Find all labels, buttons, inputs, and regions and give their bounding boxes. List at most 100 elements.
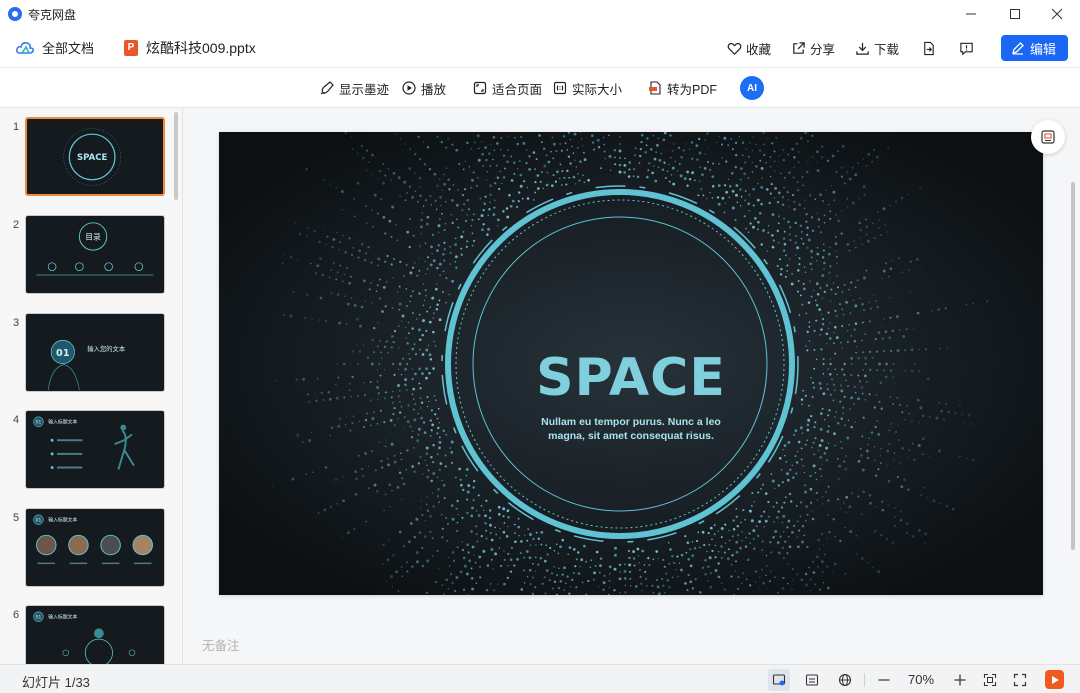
particle-dot	[499, 528, 501, 530]
zoom-in-button[interactable]	[949, 669, 971, 691]
particle-dot	[423, 299, 425, 302]
edit-button[interactable]: 编辑	[1000, 35, 1068, 61]
particle-dot	[780, 172, 782, 175]
particle-dot	[798, 263, 801, 266]
particle-dot	[330, 269, 332, 271]
particle-dot	[434, 199, 437, 202]
particle-dot	[766, 250, 769, 252]
particle-dot	[739, 546, 742, 550]
particle-dot	[466, 141, 469, 145]
particle-dot	[889, 267, 893, 270]
particle-dot	[741, 582, 743, 585]
particle-dot	[456, 521, 459, 524]
particle-dot	[437, 426, 440, 430]
particle-dot	[639, 575, 642, 578]
zoom-level[interactable]: 70%	[908, 672, 934, 687]
speaker-notes[interactable]: 无备注	[202, 635, 240, 654]
slide-thumbnail-3[interactable]: 3 01 输入您的文本	[0, 313, 180, 395]
close-button[interactable]	[1034, 0, 1080, 28]
slide-thumbnail-4[interactable]: 4 01 输入标题文本	[0, 410, 180, 492]
particle-dot	[632, 557, 636, 560]
slide-number: 6	[13, 609, 20, 621]
maximize-button[interactable]	[992, 0, 1038, 28]
slideshow-play-button[interactable]	[1045, 670, 1064, 689]
particle-dot	[451, 143, 454, 146]
convert-pdf-button[interactable]: 转为PDF	[648, 68, 717, 108]
fullscreen-button[interactable]	[1009, 669, 1031, 691]
particle-dot	[316, 264, 320, 268]
particle-dot	[769, 540, 772, 544]
slide-viewer[interactable]: SPACE Nullam eu tempor purus. Nunc a leo…	[184, 108, 1080, 664]
slide-list-toggle-button[interactable]	[1031, 120, 1065, 154]
breadcrumb-all-docs[interactable]: 全部文档	[16, 38, 94, 57]
normal-view-button[interactable]	[768, 669, 790, 691]
favorite-button[interactable]: 收藏	[727, 39, 771, 58]
particle-dot	[478, 555, 482, 559]
particle-dot	[431, 296, 435, 300]
particle-dot	[485, 537, 488, 540]
slide-thumbnail-1[interactable]: 1 SPACE	[0, 117, 180, 199]
actual-size-button[interactable]: 实际大小	[553, 68, 622, 108]
particle-dot	[637, 555, 640, 557]
slide-thumbnail-2[interactable]: 2 目录	[0, 215, 180, 297]
particle-dot	[397, 176, 401, 180]
thumb-graphic-figure: 01 输入标题文本	[33, 611, 136, 664]
particle-dot	[379, 409, 383, 412]
particle-dot	[905, 531, 909, 534]
particle-dot	[808, 566, 811, 569]
particle-dot	[761, 568, 763, 571]
ai-assistant-button[interactable]: AI	[740, 76, 764, 100]
particle-dot	[445, 167, 448, 169]
notes-view-button[interactable]	[801, 669, 823, 691]
particle-dot	[839, 303, 841, 306]
particle-dot	[380, 198, 383, 201]
show-ink-button[interactable]: 显示墨迹	[320, 68, 389, 108]
viewer-scrollbar[interactable]	[1071, 182, 1075, 550]
particle-dot	[795, 461, 799, 464]
particle-dot	[853, 240, 855, 242]
particle-dot	[418, 269, 421, 272]
slide-thumbnail-panel[interactable]: 1 SPACE 2 目录 3 01 输入您的文本 4 01 输入标题文本 5 0…	[0, 108, 183, 664]
particle-dot	[582, 174, 584, 177]
play-button[interactable]: 播放	[402, 68, 446, 108]
particle-dot	[387, 463, 391, 467]
fit-page-button[interactable]: 适合页面	[473, 68, 542, 108]
fit-window-button[interactable]	[979, 669, 1001, 691]
web-view-button[interactable]	[834, 669, 856, 691]
slide-thumbnail-6[interactable]: 6 01 输入标题文本	[0, 605, 180, 664]
particle-dot	[779, 457, 782, 460]
particle-dot	[654, 179, 658, 183]
particle-dot	[298, 232, 302, 236]
particle-dot	[726, 557, 730, 561]
particle-dot	[782, 557, 785, 560]
particle-dot	[349, 429, 352, 432]
particle-dot	[523, 582, 526, 584]
save-to-cloud-button[interactable]	[921, 40, 937, 56]
feedback-button[interactable]	[959, 40, 975, 56]
particle-dot	[597, 145, 601, 149]
zoom-out-button[interactable]	[873, 669, 895, 691]
status-bar: 幻灯片 1/33 70%	[0, 664, 1080, 693]
particle-dot	[488, 516, 492, 520]
share-button[interactable]: 分享	[791, 39, 835, 58]
particle-dot	[909, 291, 912, 294]
particle-dot	[814, 437, 817, 440]
particle-dot	[893, 459, 895, 461]
file-tab[interactable]: P 炫酷科技009.pptx	[124, 38, 256, 58]
particle-dot	[686, 589, 689, 592]
particle-dot	[575, 558, 578, 561]
particle-dot	[541, 582, 544, 585]
particle-dot	[380, 466, 384, 469]
particle-dot	[858, 198, 860, 200]
particle-dot	[581, 581, 584, 584]
particle-dot	[823, 543, 825, 546]
slide-thumbnail-5[interactable]: 5 01 输入标题文本	[0, 508, 180, 590]
minimize-button[interactable]	[948, 0, 994, 28]
particle-dot	[774, 186, 778, 190]
particle-dot	[526, 575, 529, 578]
download-button[interactable]: 下载	[855, 39, 899, 58]
particle-dot	[443, 228, 446, 231]
particle-dot	[762, 229, 765, 232]
particle-dot	[902, 335, 906, 338]
particle-dot	[409, 425, 412, 428]
